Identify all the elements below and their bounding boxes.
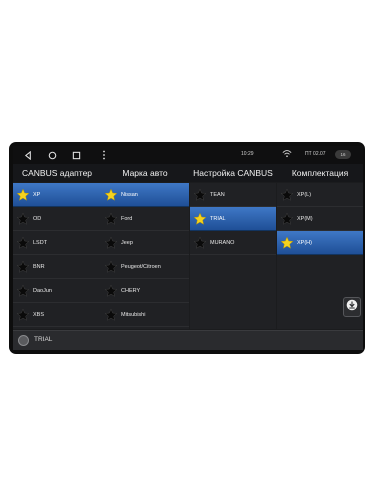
clock-time: 10:29 [241,151,254,157]
header-canbus-setting: Настройка CANBUS [193,168,273,178]
list-item[interactable]: XBS [13,303,101,327]
current-setting-label: TRIAL [34,336,53,343]
list-item[interactable]: LSDT [13,231,101,255]
download-icon [346,298,358,316]
list-item[interactable]: MURANO [190,231,276,255]
list-item[interactable]: CHERY [101,279,189,303]
star-icon [16,284,30,297]
star-icon [280,212,294,225]
list-item-label: DaoJun [33,287,52,294]
list-item[interactable]: XP(M) [277,207,363,231]
star-icon [280,236,294,249]
star-icon [16,308,30,321]
list-item-label: TRIAL [210,215,226,222]
list-item-label: Nissan [121,191,138,198]
list-item-label: XP(L) [297,191,312,198]
adapter-list: XP OD LSDT BNR DaoJun XBS [13,183,101,329]
star-icon [104,188,118,201]
screen: 10:29 ПТ 02.07 16 CANBUS адаптер Марка а… [13,146,363,350]
list-item[interactable]: TEAN [190,183,276,207]
list-item-label: MURANO [210,239,235,246]
list-item-label: BNR [33,263,45,270]
circle-icon [18,335,29,346]
header-trim: Комплектация [291,168,349,178]
brand-list: Nissan Ford Jeep Peugeot/Citroen CHERY Mitsub… [101,183,189,329]
star-icon [280,188,294,201]
list-item-label: Mitsubishi [121,311,146,318]
star-icon [193,236,207,249]
home-icon[interactable] [46,149,58,161]
header-car-brand: Марка авто [122,168,168,178]
list-item-label: XP(M) [297,215,313,222]
star-icon [104,212,118,225]
star-icon [16,212,30,225]
wifi-icon [282,149,292,160]
star-icon [16,260,30,273]
list-item[interactable]: OD [13,207,101,231]
bottom-status-bar: TRIAL [13,330,363,350]
list-item[interactable]: TRIAL [190,207,276,231]
list-item-label: OD [33,215,42,222]
list-item[interactable]: Ford [101,207,189,231]
list-item-label: XBS [33,311,45,318]
star-icon [104,260,118,273]
list-item[interactable]: XP(L) [277,183,363,207]
list-item-label: Peugeot/Citroen [121,263,161,270]
star-icon [193,212,207,225]
list-item[interactable]: BNR [13,255,101,279]
list-item[interactable]: Mitsubishi [101,303,189,327]
list-item[interactable]: Peugeot/Citroen [101,255,189,279]
menu-dots-icon[interactable] [98,149,110,161]
list-item[interactable]: DaoJun [13,279,101,303]
list-item-label: XP [33,191,41,198]
list-item-label: Ford [121,215,133,222]
star-icon [104,284,118,297]
status-bar: 10:29 ПТ 02.07 16 [13,146,363,164]
star-icon [193,188,207,201]
list-item-label: Jeep [121,239,133,246]
star-icon [104,236,118,249]
recents-icon[interactable] [70,149,82,161]
list-item[interactable]: XP(H) [277,231,363,255]
battery-level: 16 [340,152,346,157]
list-item[interactable]: Nissan [101,183,189,207]
list-item-label: LSDT [33,239,48,246]
header-canbus-adapter: CANBUS адаптер [21,168,93,178]
star-icon [16,188,30,201]
star-icon [16,236,30,249]
date-label: ПТ 02.07 [305,151,326,157]
list-item-label: CHERY [121,287,141,294]
list-item-label: XP(H) [297,239,312,246]
download-button[interactable] [343,297,361,317]
list-item[interactable]: Jeep [101,231,189,255]
battery-icon: 16 [335,150,351,159]
column-headers: CANBUS адаптер Марка авто Настройка CANB… [13,164,363,182]
list-item[interactable]: XP [13,183,101,207]
list-item-label: TEAN [210,191,225,198]
back-icon[interactable] [22,149,34,161]
star-icon [104,308,118,321]
canbus-setting-list: TEAN TRIAL MURANO [190,183,276,329]
